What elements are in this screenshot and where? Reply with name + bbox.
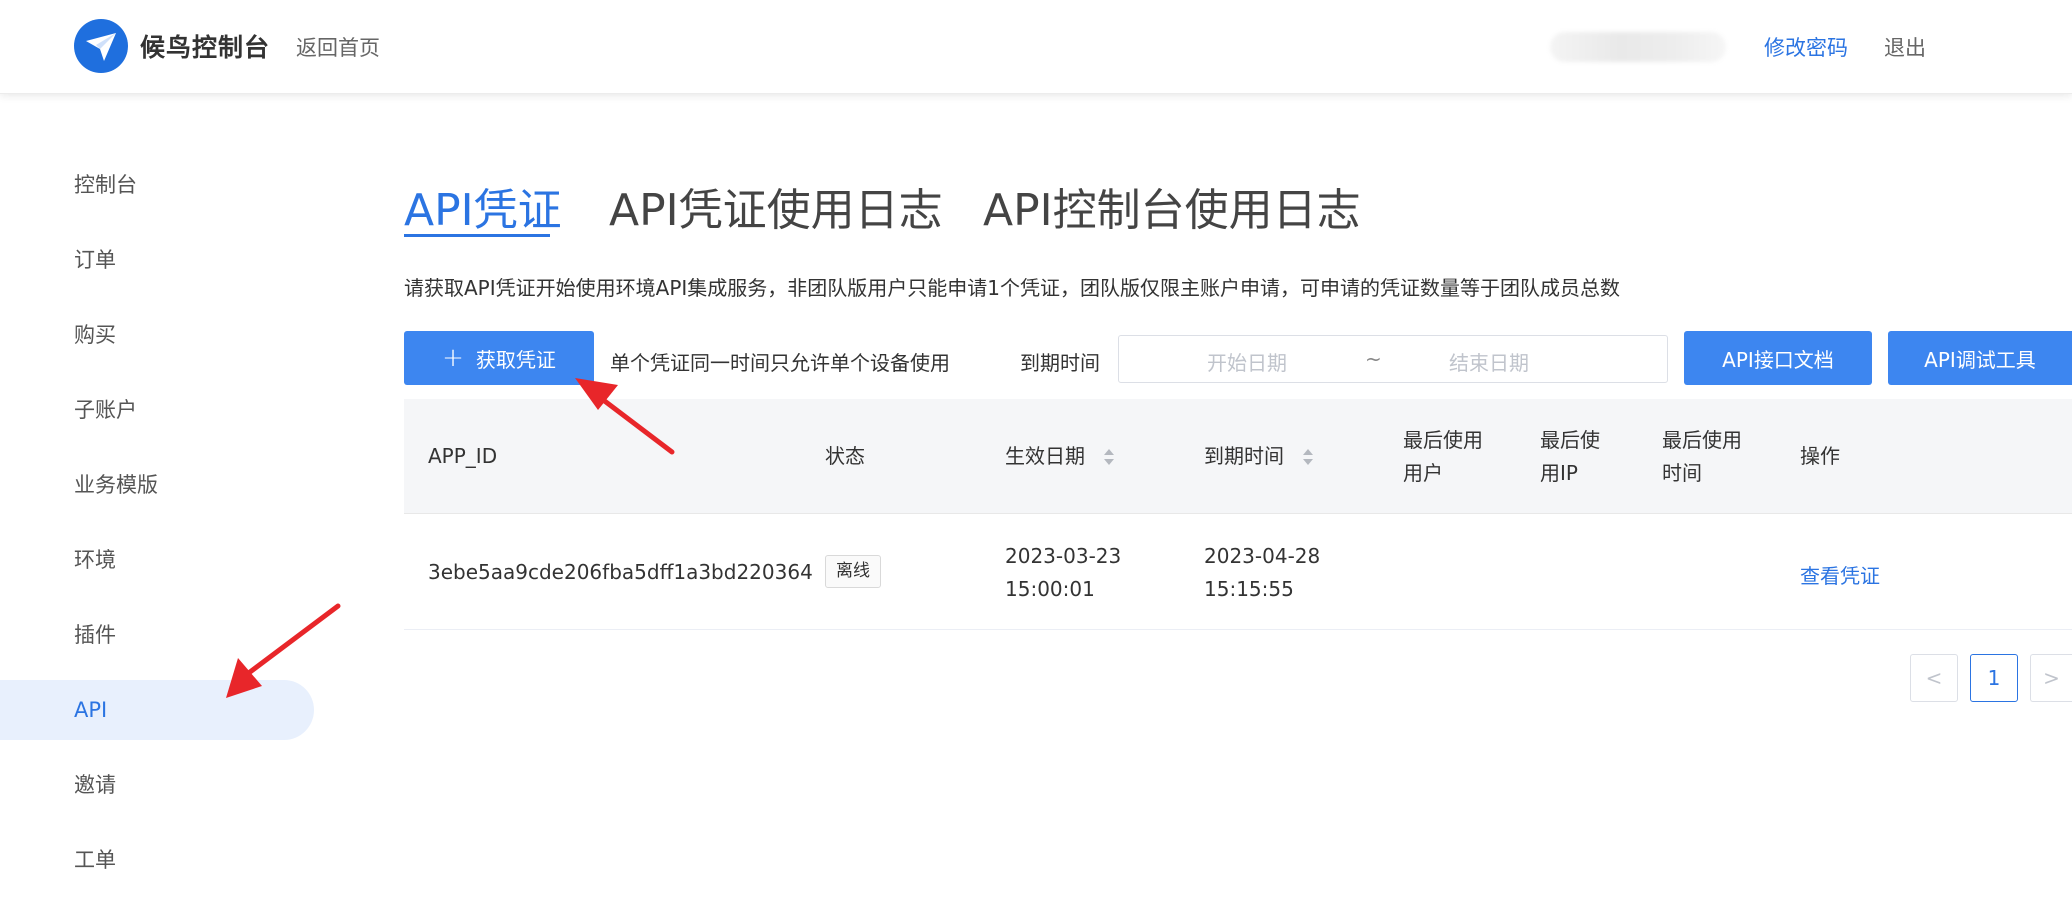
- sidebar-item-purchase[interactable]: 购买: [0, 305, 314, 365]
- get-credential-label: 获取凭证: [475, 347, 556, 372]
- column-header-last-ip: 最后使 用IP: [1540, 424, 1600, 490]
- back-home-link[interactable]: 返回首页: [296, 32, 380, 62]
- logo-text[interactable]: 候鸟控制台: [140, 28, 270, 64]
- column-header-last-user-line2: 用户: [1403, 461, 1443, 485]
- cell-effective-date: 2023-03-23 15:00:01: [1005, 540, 1121, 606]
- sidebar-item-invite[interactable]: 邀请: [0, 755, 314, 815]
- start-date-input[interactable]: 开始日期: [1207, 347, 1287, 376]
- sidebar-item-tickets[interactable]: 工单: [0, 830, 314, 890]
- column-header-last-user-line1: 最后使用: [1403, 428, 1483, 452]
- logout-link[interactable]: 退出: [1884, 32, 1926, 62]
- active-tab-underline: [404, 234, 550, 237]
- top-header: 候鸟控制台 返回首页 修改密码 退出: [0, 0, 2072, 94]
- column-header-last-ip-line1: 最后使: [1540, 428, 1600, 452]
- username-blurred: [1550, 32, 1726, 62]
- column-header-app-id: APP_ID: [428, 444, 498, 468]
- tab-api-credentials[interactable]: API凭证: [404, 174, 562, 238]
- sidebar-item-business-templates[interactable]: 业务模版: [0, 455, 314, 515]
- single-device-note: 单个凭证同一时间只允许单个设备使用: [610, 351, 950, 375]
- tab-api-credential-logs[interactable]: API凭证使用日志: [609, 174, 943, 238]
- expire-time-label: 到期时间: [1020, 351, 1100, 375]
- bird-logo-icon[interactable]: [74, 19, 128, 73]
- column-header-last-time-line1: 最后使用: [1662, 428, 1742, 452]
- table-header: APP_ID 状态 生效日期 到期时间 最后使用 用户 最后使 用IP 最后使用…: [404, 399, 2072, 514]
- pagination-page-1[interactable]: 1: [1970, 654, 2018, 702]
- change-password-link[interactable]: 修改密码: [1764, 32, 1848, 62]
- column-header-status: 状态: [825, 444, 865, 468]
- plus-icon: +: [442, 343, 464, 373]
- end-date-input[interactable]: 结束日期: [1449, 347, 1529, 376]
- column-header-expire-time[interactable]: 到期时间: [1204, 440, 1284, 473]
- api-debug-tool-button[interactable]: API调试工具: [1888, 331, 2072, 385]
- cell-effective-date-day: 2023-03-23: [1005, 544, 1122, 568]
- pagination-prev-button[interactable]: <: [1910, 654, 1958, 702]
- api-description: 请获取API凭证开始使用环境API集成服务，非团队版用户只能申请1个凭证，团队版…: [404, 276, 1621, 300]
- sidebar-item-plugins[interactable]: 插件: [0, 605, 314, 665]
- status-badge: 离线: [825, 555, 881, 588]
- column-header-action: 操作: [1800, 444, 1840, 468]
- column-header-last-user: 最后使用 用户: [1403, 424, 1483, 490]
- date-separator: ~: [1365, 347, 1382, 371]
- cell-expire-time: 2023-04-28 15:15:55: [1204, 540, 1320, 606]
- sort-icon[interactable]: [1302, 447, 1314, 467]
- column-header-last-time: 最后使用 时间: [1662, 424, 1742, 490]
- cell-expire-time-time: 15:15:55: [1204, 577, 1294, 601]
- sidebar-item-sub-accounts[interactable]: 子账户: [0, 380, 314, 440]
- cell-effective-date-time: 15:00:01: [1005, 577, 1095, 601]
- sort-icon[interactable]: [1103, 447, 1115, 467]
- column-header-effective-date[interactable]: 生效日期: [1005, 440, 1085, 473]
- sidebar-item-orders[interactable]: 订单: [0, 230, 314, 290]
- get-credential-button[interactable]: + 获取凭证: [404, 331, 594, 385]
- sidebar-item-api[interactable]: API: [0, 680, 314, 740]
- sidebar-item-environments[interactable]: 环境: [0, 530, 314, 590]
- sidebar-item-console[interactable]: 控制台: [0, 155, 314, 215]
- table-row: 3ebe5aa9cde206fba5dff1a3bd220364 离线 2023…: [404, 515, 2072, 630]
- column-header-last-time-line2: 时间: [1662, 461, 1702, 485]
- api-docs-button[interactable]: API接口文档: [1684, 331, 1872, 385]
- date-range-picker[interactable]: 开始日期 ~ 结束日期: [1118, 335, 1668, 383]
- view-credential-link[interactable]: 查看凭证: [1800, 560, 1880, 589]
- column-header-last-ip-line2: 用IP: [1540, 461, 1578, 485]
- cell-expire-time-day: 2023-04-28: [1204, 544, 1321, 568]
- cell-app-id: 3ebe5aa9cde206fba5dff1a3bd220364: [428, 560, 813, 584]
- tab-api-console-logs[interactable]: API控制台使用日志: [983, 174, 1361, 238]
- pagination-next-button[interactable]: >: [2030, 654, 2072, 702]
